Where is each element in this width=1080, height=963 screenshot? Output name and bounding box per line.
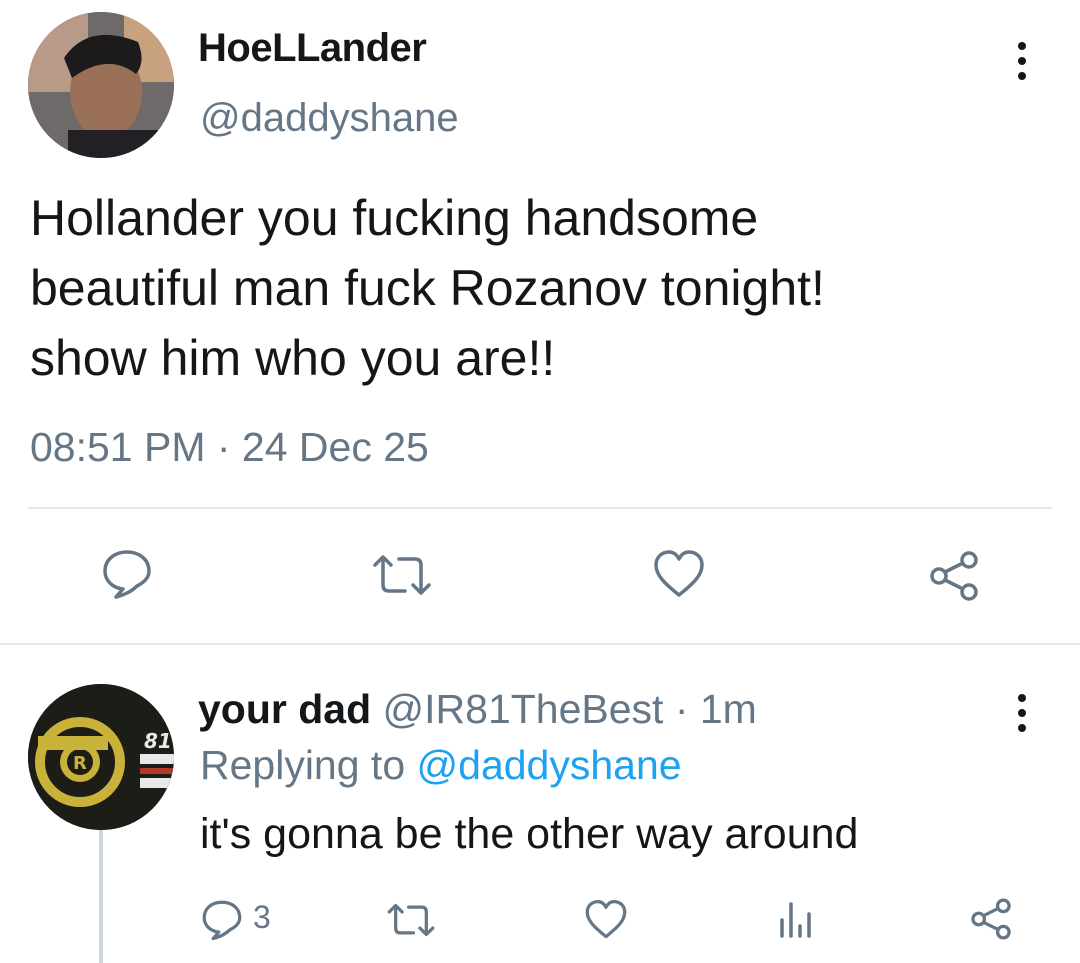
analytics-icon[interactable] xyxy=(776,898,816,940)
author-avatar[interactable] xyxy=(28,12,174,158)
reply-icon[interactable] xyxy=(200,899,244,941)
retweet-icon[interactable] xyxy=(386,902,436,938)
divider xyxy=(28,507,1052,509)
reply-handle-time[interactable]: @IR81TheBest · 1m xyxy=(371,686,757,732)
replying-to-mention[interactable]: @daddyshane xyxy=(417,742,682,788)
tweet-text: Hollander you fucking handsome beautiful… xyxy=(30,190,825,386)
share-icon[interactable] xyxy=(968,896,1014,942)
reply-author-avatar[interactable]: R 81 xyxy=(28,684,174,830)
reply-count: 3 xyxy=(253,899,271,935)
author-display-name[interactable]: HoeLLander xyxy=(198,26,427,71)
divider xyxy=(0,643,1080,645)
like-icon[interactable] xyxy=(584,899,628,940)
like-icon[interactable] xyxy=(652,549,706,599)
reply-text: it's gonna be the other way around xyxy=(200,810,859,858)
reply-header: your dad @IR81TheBest · 1m xyxy=(198,686,757,733)
svg-text:R: R xyxy=(73,753,87,774)
retweet-icon[interactable] xyxy=(371,553,433,597)
replying-to-label: Replying to xyxy=(200,742,417,788)
reply-icon[interactable] xyxy=(100,548,154,600)
more-options-icon[interactable] xyxy=(1015,42,1029,87)
thread-line xyxy=(99,830,103,963)
tweet-timestamp: 08:51 PM · 24 Dec 25 xyxy=(30,424,429,470)
author-handle[interactable]: @daddyshane xyxy=(200,96,459,141)
svg-text:81: 81 xyxy=(144,729,172,753)
reply-display-name[interactable]: your dad xyxy=(198,686,371,732)
share-icon[interactable] xyxy=(926,548,982,604)
replying-to-line: Replying to @daddyshane xyxy=(200,742,682,789)
reply-more-options-icon[interactable] xyxy=(1015,694,1029,739)
